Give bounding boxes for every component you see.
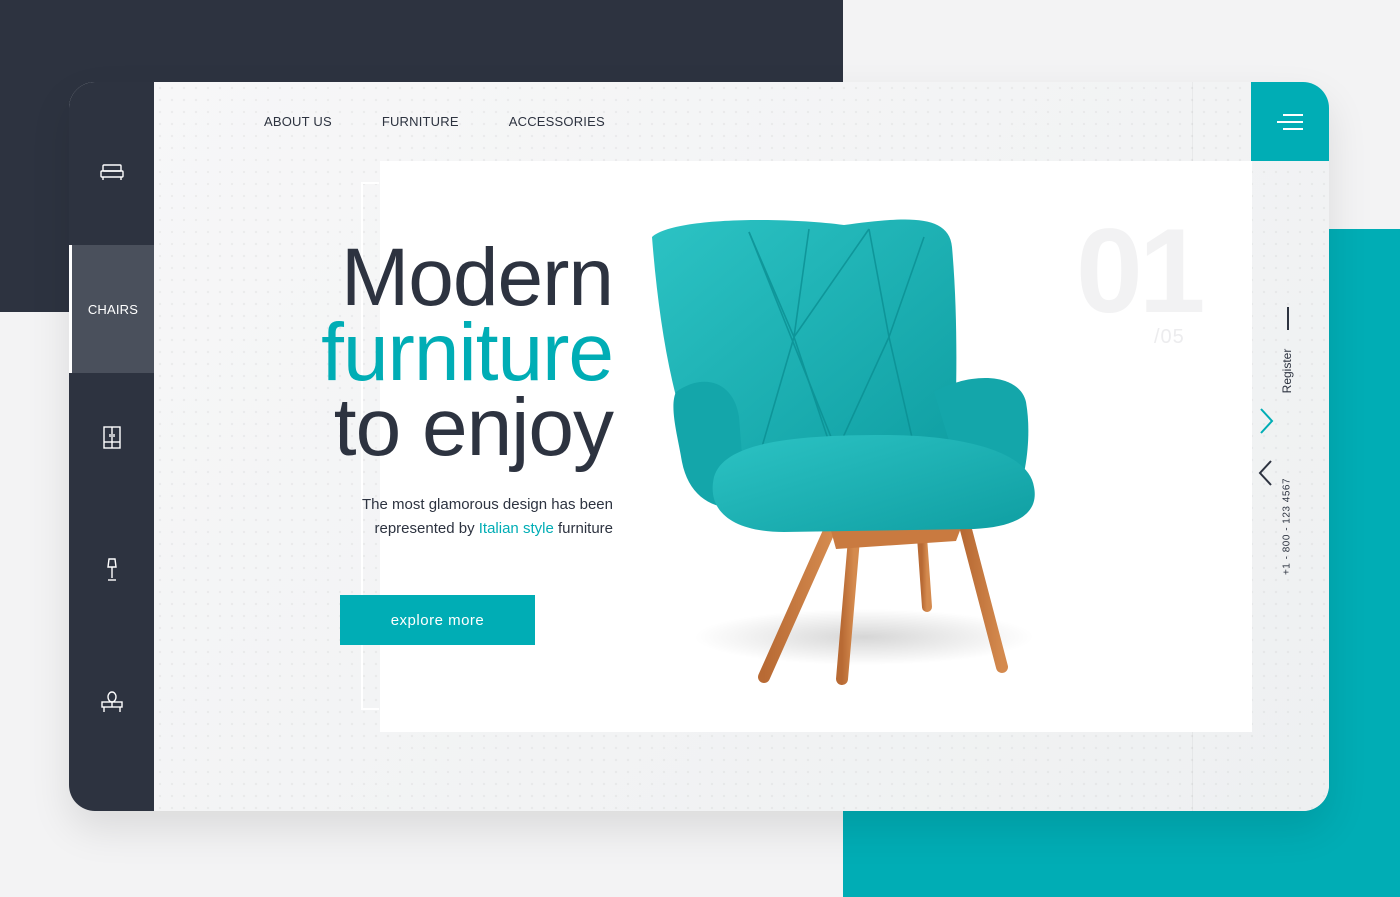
app-card: CHAIRS ABOUT US FURNITURE ACCESSORIES 01… (69, 82, 1329, 811)
description-prefix: represented by (374, 520, 475, 537)
bed-icon (99, 164, 124, 180)
sidebar-item-lamps[interactable] (69, 530, 154, 610)
sidebar-item-wardrobes[interactable] (69, 398, 154, 478)
nav-link-accessories[interactable]: ACCESSORIES (509, 114, 605, 129)
sidebar-item-dressers[interactable] (69, 662, 154, 742)
sidebar-item-beds[interactable] (69, 132, 154, 212)
headline-line-1: Modern (340, 232, 614, 323)
sidebar-item-chairs[interactable]: CHAIRS (69, 245, 154, 373)
explore-more-button[interactable]: explore more (340, 595, 535, 645)
headline-line-3: to enjoy (333, 382, 614, 473)
wardrobe-icon (102, 426, 121, 449)
hero-description: The most glamorous design has been repre… (293, 493, 613, 541)
dresser-icon (100, 691, 123, 712)
top-nav: ABOUT US FURNITURE ACCESSORIES (264, 114, 605, 129)
register-dash (1287, 307, 1289, 330)
next-arrow-icon[interactable] (1254, 407, 1278, 435)
armchair-image (652, 219, 1035, 685)
sidebar-item-label: CHAIRS (87, 301, 139, 317)
description-accent: Italian style (478, 520, 554, 537)
headline-line-2: furniture (321, 307, 614, 398)
lamp-icon (106, 558, 117, 581)
hero-headline: Modern furniture to enjoy (321, 232, 614, 473)
register-link[interactable]: Register (1280, 336, 1294, 406)
description-line-1: The most glamorous design has been (362, 496, 613, 513)
nav-link-about-us[interactable]: ABOUT US (264, 114, 332, 129)
nav-link-furniture[interactable]: FURNITURE (382, 114, 459, 129)
main-content: ABOUT US FURNITURE ACCESSORIES 01 /05 Mo… (154, 82, 1329, 811)
prev-arrow-icon[interactable] (1254, 459, 1278, 487)
slide-number: 01 (1076, 204, 1205, 338)
description-line-2: represented by Italian style furniture (293, 517, 614, 541)
phone-number: +1 - 800 - 123 4567 (1281, 477, 1293, 576)
category-sidebar: CHAIRS (69, 82, 154, 811)
slide-total: /05 (1154, 326, 1185, 348)
description-suffix: furniture (557, 520, 613, 537)
menu-button[interactable] (1251, 82, 1329, 161)
